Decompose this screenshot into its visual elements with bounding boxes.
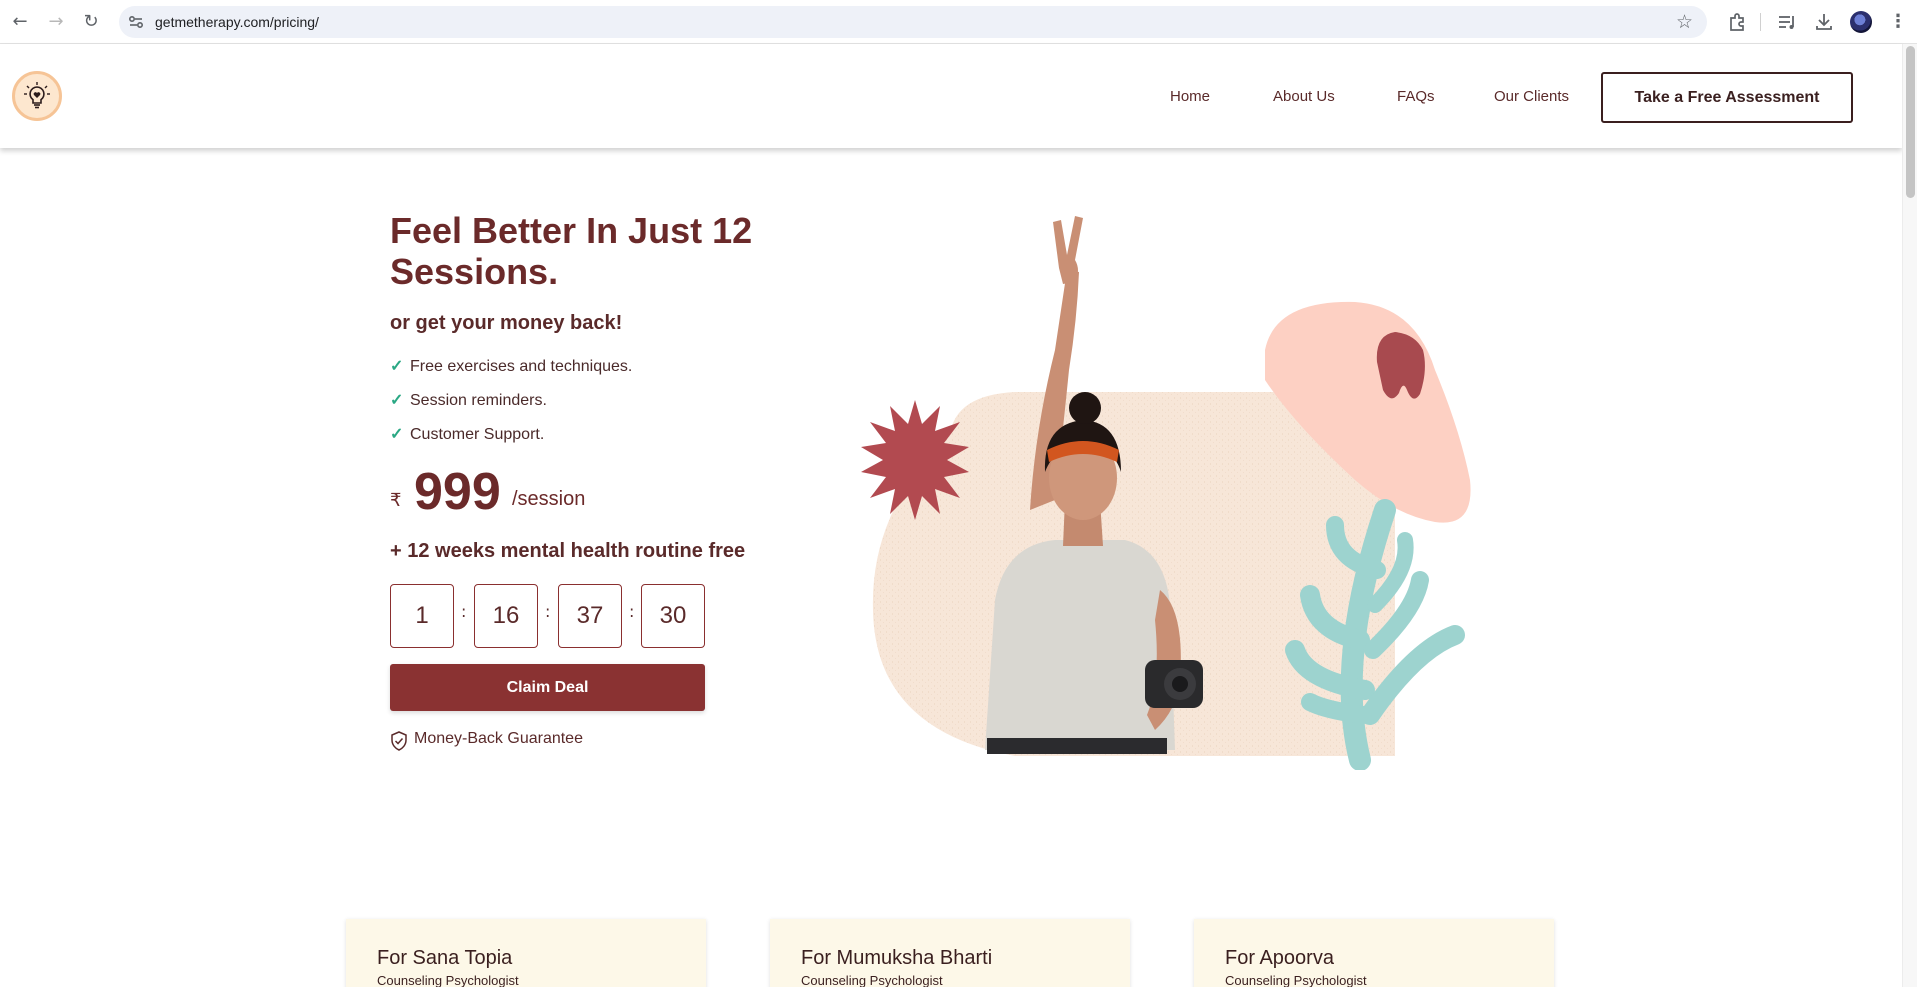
therapist-card[interactable]: For Apoorva Counseling Psychologist <box>1194 919 1554 987</box>
check-icon: ✓ <box>390 426 404 443</box>
browser-toolbar: ← → ↻ getmetherapy.com/pricing/ ☆ ⋮ <box>0 0 1917 44</box>
feature-text: Session reminders. <box>410 392 547 409</box>
back-icon[interactable]: ← <box>9 11 31 33</box>
page-scrollbar[interactable] <box>1902 44 1917 987</box>
profile-avatar[interactable] <box>1850 11 1872 33</box>
nav-about-us[interactable]: About Us <box>1273 88 1335 105</box>
price-unit: /session <box>512 488 586 510</box>
countdown-hours: 16 <box>474 584 538 648</box>
nav-faqs[interactable]: FAQs <box>1397 88 1435 105</box>
toolbar-divider <box>1760 13 1761 31</box>
reload-icon[interactable]: ↻ <box>80 11 102 33</box>
hero-illustration <box>861 216 1471 770</box>
card-title: For Sana Topia <box>377 947 513 969</box>
nav-home[interactable]: Home <box>1170 88 1210 105</box>
site-info-icon[interactable] <box>127 13 145 31</box>
card-subtitle: Counseling Psychologist <box>1225 973 1367 987</box>
countdown-separator: : <box>545 602 551 621</box>
countdown-seconds: 30 <box>641 584 705 648</box>
countdown-separator: : <box>629 602 635 621</box>
feature-text: Customer Support. <box>410 426 545 443</box>
bonus-offer: + 12 weeks mental health routine free <box>390 540 746 562</box>
therapist-card[interactable]: For Mumuksha Bharti Counseling Psycholog… <box>770 919 1130 987</box>
hero-headline: Feel Better In Just 12 Sessions. <box>390 210 753 292</box>
nav-our-clients[interactable]: Our Clients <box>1494 88 1569 105</box>
media-control-icon[interactable] <box>1776 11 1798 33</box>
hero-subhead: or get your money back! <box>390 312 623 334</box>
feature-text: Free exercises and techniques. <box>410 358 633 375</box>
url-text[interactable]: getmetherapy.com/pricing/ <box>155 13 319 31</box>
countdown-days: 1 <box>390 584 454 648</box>
lightbulb-heart-icon <box>24 82 50 109</box>
list-item: ✓ Session reminders. <box>390 390 632 424</box>
extensions-icon[interactable] <box>1726 11 1748 33</box>
price-value: 999 <box>414 463 501 521</box>
browser-menu-icon[interactable]: ⋮ <box>1889 11 1907 33</box>
list-item: ✓ Customer Support. <box>390 424 632 458</box>
site-logo[interactable] <box>12 71 62 121</box>
check-icon: ✓ <box>390 392 404 409</box>
site-header: Home About Us FAQs Our Clients Take a Fr… <box>0 44 1902 148</box>
check-icon: ✓ <box>390 358 404 375</box>
bookmark-star-icon[interactable]: ☆ <box>1676 11 1693 33</box>
claim-deal-button[interactable]: Claim Deal <box>390 664 705 711</box>
currency-symbol: ₹ <box>390 490 402 511</box>
therapist-card[interactable]: For Sana Topia Counseling Psychologist <box>346 919 706 987</box>
address-bar[interactable]: getmetherapy.com/pricing/ ☆ <box>119 6 1707 38</box>
guarantee-text: Money-Back Guarantee <box>414 730 583 747</box>
download-icon[interactable] <box>1813 11 1835 33</box>
countdown-minutes: 37 <box>558 584 622 648</box>
card-subtitle: Counseling Psychologist <box>377 973 519 987</box>
card-title: For Apoorva <box>1225 947 1334 969</box>
card-title: For Mumuksha Bharti <box>801 947 993 969</box>
list-item: ✓ Free exercises and techniques. <box>390 356 632 390</box>
scrollbar-thumb[interactable] <box>1906 46 1915 198</box>
card-subtitle: Counseling Psychologist <box>801 973 943 987</box>
shield-check-icon <box>391 731 407 751</box>
forward-icon[interactable]: → <box>45 11 67 33</box>
free-assessment-button[interactable]: Take a Free Assessment <box>1601 72 1853 123</box>
countdown-separator: : <box>461 602 467 621</box>
feature-list: ✓ Free exercises and techniques. ✓ Session… <box>390 356 632 458</box>
